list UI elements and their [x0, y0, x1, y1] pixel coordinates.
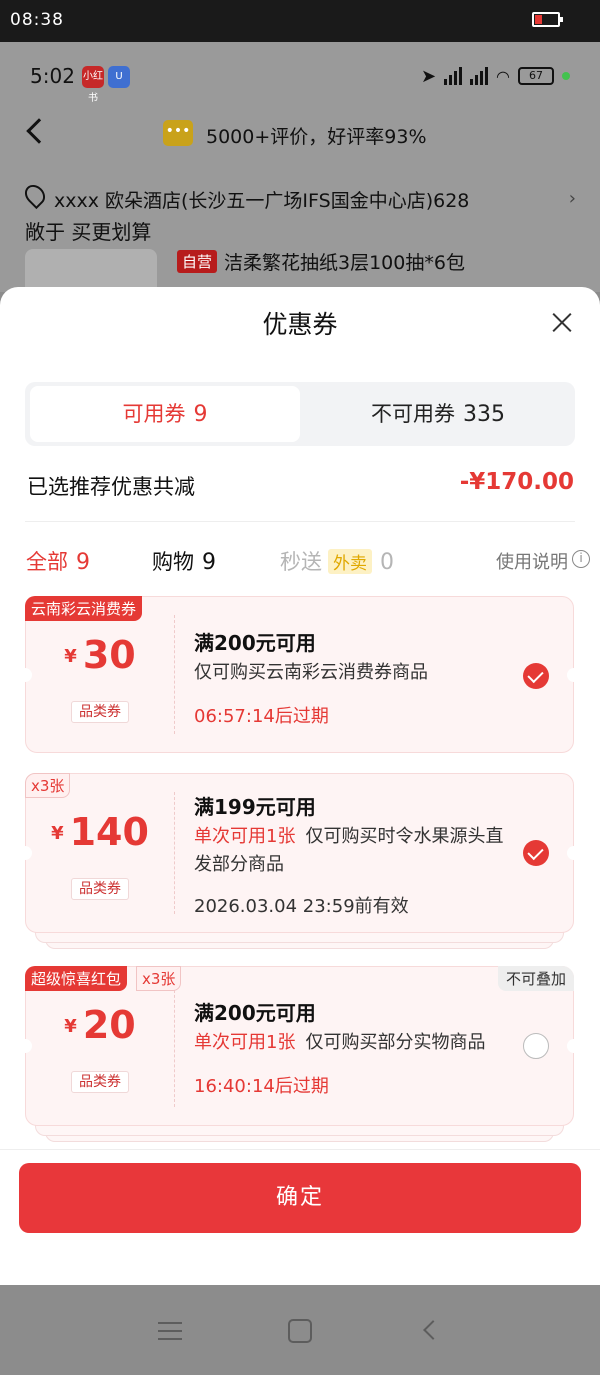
- self-operated-tag: 自营: [177, 250, 218, 273]
- coupon-expiry: 2026.03.04 23:59前有效: [194, 896, 409, 917]
- tab-available-label: 可用券: [122, 402, 186, 426]
- no-stack-badge: 不可叠加: [497, 966, 574, 991]
- filter-fast-delivery[interactable]: 秒送 外卖 0: [280, 546, 394, 576]
- saving-amount: -¥170.00: [459, 469, 574, 495]
- coupon-amount: ¥20: [26, 1003, 174, 1047]
- filter-row: 全部 9 购物 9 秒送 外卖 0 使用说明 i: [0, 542, 600, 578]
- system-clock: 08:38: [10, 10, 64, 30]
- tab-available[interactable]: 可用券 9: [30, 386, 300, 442]
- yen-sign: ¥: [64, 1016, 77, 1037]
- menu-icon[interactable]: [158, 1322, 182, 1340]
- filter-shopping-count: 9: [202, 550, 216, 575]
- checkbox-checked-icon[interactable]: [523, 663, 549, 689]
- coupon-threshold: 满200元可用: [194, 631, 316, 655]
- coupon-amount: ¥140: [26, 810, 174, 854]
- coupon-card[interactable]: 超级惊喜红包 x3张 不可叠加 ¥20 品类券 满200元可用 单次可用1张 仅可…: [18, 966, 581, 1126]
- xiaohongshu-app-icon: 小红书: [82, 66, 104, 104]
- filter-all[interactable]: 全部 9: [26, 546, 90, 576]
- coupon-tag: 超级惊喜红包: [25, 966, 128, 991]
- chevron-right-icon: ›: [568, 188, 576, 209]
- coupon-desc: 仅可购买部分实物商品: [305, 1032, 486, 1053]
- inner-status-bar: 5:02 小红书 U ➤ ◠ 67: [0, 42, 600, 108]
- signal-icon-2: [470, 67, 489, 85]
- coupon-expiry: 16:40:14后过期: [194, 1076, 329, 1097]
- tab-unavailable-label: 不可用券: [371, 402, 455, 426]
- system-nav-bar: [0, 1285, 600, 1375]
- filter-shopping[interactable]: 购物 9: [152, 546, 216, 576]
- page-header: ••• 5000+评价，好评率93%: [0, 108, 600, 164]
- product-row: 敞于 买更划算 自营 洁柔繁花抽纸3层100抽*6包: [0, 220, 600, 292]
- sheet-title: 优惠券: [262, 310, 338, 339]
- active-dot-icon: [562, 72, 570, 80]
- saving-label: 已选推荐优惠共减: [27, 475, 195, 499]
- coupon-value: 140: [69, 810, 149, 854]
- coupon-card[interactable]: x3张 ¥140 品类券 满199元可用 单次可用1张 仅可购买时令水果源头直发部…: [18, 773, 581, 933]
- coupon-quantity-tag: x3张: [136, 966, 182, 991]
- category-badge: 品类券: [71, 701, 129, 723]
- usage-limit: 单次可用1张: [194, 826, 296, 847]
- divider: [25, 521, 575, 522]
- usage-limit: 单次可用1张: [194, 1032, 296, 1053]
- category-badge: 品类券: [71, 878, 129, 900]
- usage-note-link[interactable]: 使用说明: [496, 548, 568, 574]
- category-badge: 品类券: [71, 1071, 129, 1093]
- filter-all-label: 全部: [26, 550, 68, 574]
- coupon-desc-block: 单次可用1张 仅可购买部分实物商品: [194, 1029, 514, 1057]
- wifi-icon: ◠: [496, 66, 510, 86]
- coupon-card[interactable]: 云南彩云消费券 ¥30 品类券 满200元可用 仅可购买云南彩云消费券商品 06…: [18, 596, 581, 753]
- product-thumbnail: [25, 249, 157, 292]
- tab-unavailable-count: 335: [463, 402, 505, 427]
- tab-unavailable[interactable]: 不可用券 335: [303, 386, 573, 442]
- filter-shopping-label: 购物: [152, 550, 194, 574]
- info-icon[interactable]: i: [572, 550, 590, 568]
- location-arrow-icon: ➤: [420, 65, 437, 87]
- coupon-value: 30: [82, 633, 136, 677]
- signal-icon: [444, 67, 463, 85]
- coupon-desc-block: 单次可用1张 仅可购买时令水果源头直发部分商品: [194, 823, 514, 879]
- tab-available-count: 9: [193, 402, 208, 427]
- section-heading-clipped: 敞于 买更划算: [25, 220, 152, 244]
- filter-fast-label: 秒送: [280, 550, 322, 574]
- takeout-tag: 外卖: [328, 549, 372, 574]
- chat-bubble-icon: •••: [163, 120, 193, 146]
- status-icons: ➤ ◠ 67: [421, 64, 570, 88]
- coupon-amount: ¥30: [26, 633, 174, 677]
- location-pin-icon: [20, 180, 50, 210]
- coupon-desc: 仅可购买云南彩云消费券商品: [194, 662, 428, 683]
- review-summary: 5000+评价，好评率93%: [206, 126, 427, 148]
- confirm-button[interactable]: 确定: [19, 1163, 581, 1233]
- close-icon[interactable]: [548, 309, 576, 337]
- checkbox-unchecked-icon[interactable]: [523, 1033, 549, 1059]
- back-icon[interactable]: [423, 1320, 443, 1340]
- background-page: 5:02 小红书 U ➤ ◠ 67 ••• 5000+评价，好评率93% xxx…: [0, 42, 600, 292]
- coupon-sheet: 优惠券 可用券 9 不可用券 335 已选推荐优惠共减 -¥170.00 全部 9 购…: [0, 287, 600, 1285]
- address-text: xxxx 欧朵酒店(长沙五一广场IFS国金中心店)628: [54, 190, 470, 212]
- coupon-tag: x3张: [25, 773, 71, 798]
- coupon-tabs: 可用券 9 不可用券 335: [25, 382, 575, 446]
- yen-sign: ¥: [51, 823, 64, 844]
- system-status-bar: 08:38: [0, 0, 600, 42]
- product-name: 洁柔繁花抽纸3层100抽*6包: [224, 252, 465, 274]
- coupon-tag: 云南彩云消费券: [25, 596, 143, 621]
- back-arrow-icon[interactable]: [26, 118, 52, 144]
- filter-fast-count: 0: [380, 550, 394, 575]
- coupon-threshold: 满200元可用: [194, 1001, 316, 1025]
- filter-all-count: 9: [76, 550, 90, 575]
- coupon-expiry: 06:57:14后过期: [194, 706, 329, 727]
- yen-sign: ¥: [64, 646, 77, 667]
- coupon-value: 20: [82, 1003, 136, 1047]
- battery-level: 67: [518, 67, 554, 85]
- battery-icon: [532, 12, 563, 27]
- shield-app-icon: U: [108, 66, 130, 88]
- coupon-threshold: 满199元可用: [194, 795, 316, 819]
- home-icon[interactable]: [288, 1319, 312, 1343]
- inner-clock: 5:02: [30, 64, 75, 88]
- checkbox-checked-icon[interactable]: [523, 840, 549, 866]
